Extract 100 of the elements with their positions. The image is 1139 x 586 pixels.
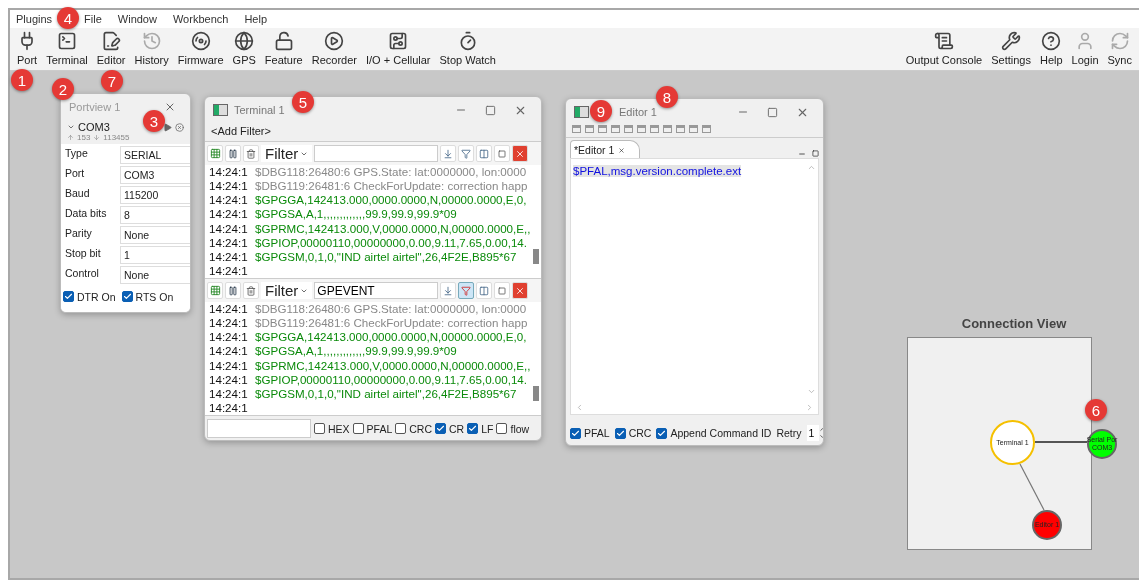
field-value[interactable]: 8 bbox=[120, 206, 190, 224]
checkbox[interactable] bbox=[656, 427, 668, 439]
port-name[interactable]: COM3 bbox=[78, 121, 110, 133]
toolbar-button[interactable]: Recorder bbox=[308, 31, 360, 70]
checkmark-icon bbox=[571, 428, 580, 438]
toolbar-button[interactable]: GPS bbox=[229, 31, 259, 70]
pause-icon bbox=[228, 285, 238, 296]
scroll-down-icon[interactable] bbox=[806, 387, 816, 396]
checkbox-label: PFAL bbox=[584, 427, 610, 439]
field-value[interactable]: None bbox=[120, 226, 190, 244]
toolbar-button[interactable]: Settings bbox=[988, 31, 1034, 70]
close-button[interactable] bbox=[512, 282, 529, 299]
close-button[interactable] bbox=[512, 145, 529, 162]
checkbox[interactable] bbox=[121, 291, 133, 302]
filter-toggle[interactable] bbox=[458, 282, 475, 299]
restore-button[interactable] bbox=[494, 145, 511, 162]
scroll-left-icon[interactable] bbox=[575, 402, 584, 412]
arrow-down-icon bbox=[93, 134, 101, 141]
window-icon bbox=[213, 104, 228, 116]
filter-field[interactable] bbox=[314, 145, 439, 162]
checkbox[interactable] bbox=[435, 423, 447, 434]
sync-icon bbox=[1109, 31, 1130, 51]
field-value[interactable]: 1 bbox=[120, 246, 190, 264]
toolbar-button[interactable]: History bbox=[131, 31, 172, 70]
checkbox[interactable] bbox=[352, 423, 364, 434]
add-filter-link[interactable]: <Add Filter> bbox=[205, 123, 541, 141]
checkbox[interactable] bbox=[614, 427, 626, 439]
close-icon bbox=[164, 101, 176, 113]
checkbox[interactable] bbox=[570, 427, 581, 439]
field-value[interactable]: None bbox=[120, 266, 190, 284]
trash-icon bbox=[246, 148, 256, 159]
maximize-icon[interactable] bbox=[812, 150, 819, 157]
toolbar-button[interactable]: Feature bbox=[261, 31, 306, 70]
play-icon[interactable] bbox=[163, 122, 172, 132]
scrollbar-thumb[interactable] bbox=[533, 386, 539, 401]
filter-dropdown[interactable]: Filter bbox=[261, 145, 313, 162]
retry-field[interactable]: 1 bbox=[806, 425, 819, 441]
grid-button[interactable] bbox=[207, 282, 223, 299]
grid-icon bbox=[209, 285, 221, 296]
columns-button[interactable] bbox=[476, 145, 493, 162]
toolbar-button[interactable]: Help bbox=[1037, 31, 1066, 70]
log-message: $GPGSA,A,1,,,,,,,,,,,,,99.9,99.9,99.9*09 bbox=[255, 344, 457, 359]
menu-item[interactable]: Plugins bbox=[16, 13, 53, 28]
toolbar-button[interactable]: I/O + Cellular bbox=[363, 31, 434, 70]
toolbar-button[interactable]: Terminal bbox=[43, 31, 91, 70]
maximize-icon bbox=[485, 104, 496, 116]
timestamp: 14:24:1 bbox=[209, 235, 249, 250]
menu-item[interactable]: Window bbox=[117, 13, 157, 28]
editor-tab[interactable]: *Editor 1 bbox=[570, 140, 641, 158]
filter-dropdown[interactable]: Filter bbox=[261, 282, 313, 299]
toolbar-button[interactable]: Output Console bbox=[902, 31, 986, 70]
scroll-down-button[interactable] bbox=[440, 282, 457, 299]
checkbox-label: flow bbox=[510, 422, 530, 435]
timestamp: 14:24:1 bbox=[209, 179, 249, 194]
toolbar-button[interactable]: Login bbox=[1068, 31, 1102, 70]
menu-item[interactable]: Help bbox=[244, 13, 267, 28]
caret-icon[interactable] bbox=[67, 123, 75, 131]
timestamp: 14:24:1 bbox=[209, 344, 249, 359]
delete-button[interactable] bbox=[243, 282, 259, 299]
received-count: 113455 bbox=[103, 133, 130, 142]
arrow-down-icon bbox=[443, 148, 454, 159]
field-value[interactable]: SERIAL bbox=[120, 146, 190, 164]
scrollbar-thumb[interactable] bbox=[533, 249, 539, 264]
field-value[interactable]: 115200 bbox=[120, 186, 190, 204]
pause-button[interactable] bbox=[225, 145, 241, 162]
grid-button[interactable] bbox=[207, 145, 223, 162]
field-label: Parity bbox=[64, 226, 93, 241]
console-list-icon bbox=[934, 31, 954, 51]
restore-button[interactable] bbox=[494, 282, 511, 299]
checkbox[interactable] bbox=[395, 423, 407, 434]
close-icon[interactable] bbox=[618, 146, 626, 154]
toolbar-button[interactable]: Sync bbox=[1104, 31, 1135, 70]
minimize-icon[interactable] bbox=[798, 150, 806, 158]
filter-field[interactable]: GPEVENT bbox=[314, 282, 439, 299]
scroll-right-icon[interactable] bbox=[805, 402, 814, 412]
scroll-down-button[interactable] bbox=[440, 145, 457, 162]
field-value[interactable]: COM3 bbox=[120, 166, 190, 184]
columns-button[interactable] bbox=[476, 282, 493, 299]
delete-button[interactable] bbox=[243, 145, 259, 162]
toolbar-button[interactable]: Stop Watch bbox=[436, 31, 499, 70]
scroll-up-icon[interactable] bbox=[806, 163, 816, 172]
filter-icon bbox=[461, 285, 472, 296]
checkbox[interactable] bbox=[63, 291, 74, 302]
checkbox[interactable] bbox=[314, 423, 325, 434]
close-circle-icon[interactable] bbox=[175, 122, 184, 132]
log-message: $DBG118:26480:6 GPS.State: lat:0000000, lon:0000 bbox=[255, 165, 527, 180]
command-input[interactable] bbox=[207, 419, 311, 438]
toolbar-button[interactable]: Firmware bbox=[174, 31, 227, 70]
menu-item[interactable]: Workbench bbox=[172, 13, 229, 28]
connection-line bbox=[1034, 441, 1088, 443]
log-message: $GPRMC,142413.000,V,0000.0000,N,00000.0000,E,, bbox=[255, 221, 531, 236]
pause-button[interactable] bbox=[225, 282, 241, 299]
checkbox[interactable] bbox=[496, 423, 508, 434]
timestamp: 14:24:1 bbox=[209, 358, 249, 373]
toolbar-button[interactable]: Port bbox=[14, 31, 41, 70]
help-icon bbox=[1041, 31, 1062, 51]
menu-item[interactable]: File bbox=[84, 13, 102, 28]
toolbar-button[interactable]: Editor bbox=[93, 31, 129, 70]
checkbox[interactable] bbox=[467, 423, 479, 434]
history-icon bbox=[141, 31, 162, 51]
